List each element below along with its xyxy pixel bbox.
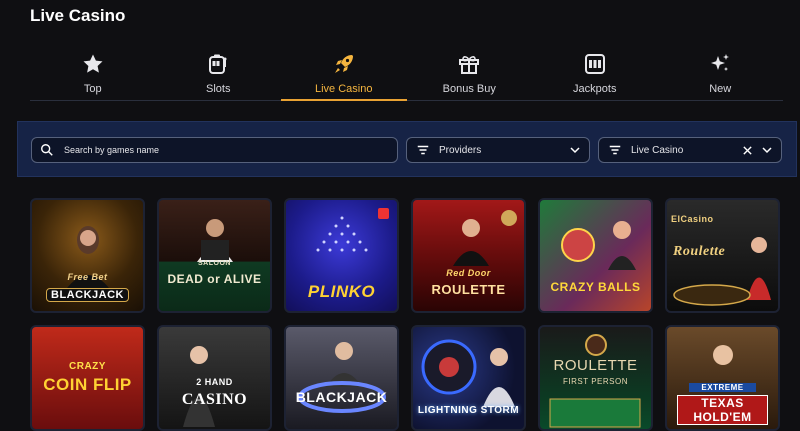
tab-label: Top [83, 83, 102, 95]
roulette-wheel-image [561, 221, 636, 270]
game-card[interactable]: 2 HAND CASINO [157, 325, 272, 431]
game-card[interactable]: Free Bet BLACKJACK [30, 198, 145, 313]
search-input[interactable] [62, 144, 386, 156]
filter-icon [417, 145, 429, 155]
game-card[interactable]: CRAZY COIN FLIP [30, 325, 145, 431]
game-card[interactable]: SALOON DEAD or ALIVE [157, 198, 272, 313]
tab-label: Live Casino [315, 83, 373, 95]
category-label: Live Casino [631, 144, 684, 156]
game-title: BLACKJACK [295, 389, 388, 405]
game-title: DEAD or ALIVE [167, 272, 262, 286]
page-title: Live Casino [30, 6, 126, 25]
game-subtitle: SALOON [198, 260, 231, 267]
chevron-down-icon [570, 147, 580, 154]
tab-slots[interactable]: Slots [156, 50, 282, 100]
game-title: CASINO [181, 391, 248, 408]
tab-jackpots[interactable]: Jackpots [532, 50, 658, 100]
tab-label: Slots [206, 83, 231, 95]
game-title: TEXAS HOLD'EM [677, 395, 768, 425]
game-subtitle: Free Bet [67, 272, 108, 282]
game-title: BLACKJACK [46, 288, 129, 302]
game-card[interactable]: PLINKO [284, 198, 399, 313]
tab-label: Jackpots [573, 83, 617, 95]
game-card[interactable]: EXTREME TEXAS HOLD'EM [665, 325, 780, 431]
game-card[interactable]: LIGHTNING STORM [411, 325, 526, 431]
filter-icon [609, 145, 621, 155]
game-card[interactable]: CRAZY BALLS [538, 198, 653, 313]
tab-live-casino[interactable]: Live Casino [281, 50, 407, 101]
rocket-icon [334, 55, 353, 73]
tab-top[interactable]: Top [30, 50, 156, 100]
game-card[interactable]: ElCasino Roulette [665, 198, 780, 313]
game-subtitle: Red Door [446, 268, 491, 278]
category-tabs: Top Slots Live Casino Bonus Buy Jackpots… [30, 50, 783, 101]
game-title: COIN FLIP [43, 375, 132, 394]
dealer-image [298, 342, 386, 413]
game-title: Roulette [673, 244, 726, 259]
slot-machine-icon [209, 54, 227, 74]
game-title: ROULETTE [431, 282, 506, 297]
sparkles-icon [711, 54, 730, 71]
dealer-image [197, 219, 233, 262]
game-title: CRAZY BALLS [550, 280, 641, 294]
game-card[interactable]: ROULETTE FIRST PERSON [538, 325, 653, 431]
chevron-down-icon [762, 147, 772, 154]
game-subtitle: CRAZY [69, 361, 106, 372]
game-card[interactable]: Red Door ROULETTE [411, 198, 526, 313]
tab-label: New [709, 83, 732, 95]
tab-label: Bonus Buy [442, 83, 496, 95]
providers-dropdown[interactable]: Providers [406, 137, 590, 163]
providers-label: Providers [439, 144, 482, 156]
game-title: ROULETTE [553, 357, 638, 374]
game-title: PLINKO [307, 282, 376, 301]
game-subtitle: 2 HAND [196, 377, 233, 387]
search-icon [41, 144, 53, 156]
jackpot-icon [584, 54, 605, 74]
tab-bonus-buy[interactable]: Bonus Buy [407, 50, 533, 100]
game-subtitle: ElCasino [671, 214, 714, 224]
game-subtitle: FIRST PERSON [563, 377, 628, 386]
game-subtitle: EXTREME [689, 383, 756, 392]
star-icon [83, 54, 103, 73]
gift-icon [459, 56, 480, 74]
category-dropdown[interactable]: Live Casino [598, 137, 782, 163]
close-icon[interactable] [742, 145, 753, 156]
tab-new[interactable]: New [658, 50, 784, 100]
filter-bar: Providers Live Casino [17, 121, 797, 177]
game-card[interactable]: BLACKJACK [284, 325, 399, 431]
game-title: LIGHTNING STORM [417, 405, 520, 416]
search-field [31, 137, 398, 163]
